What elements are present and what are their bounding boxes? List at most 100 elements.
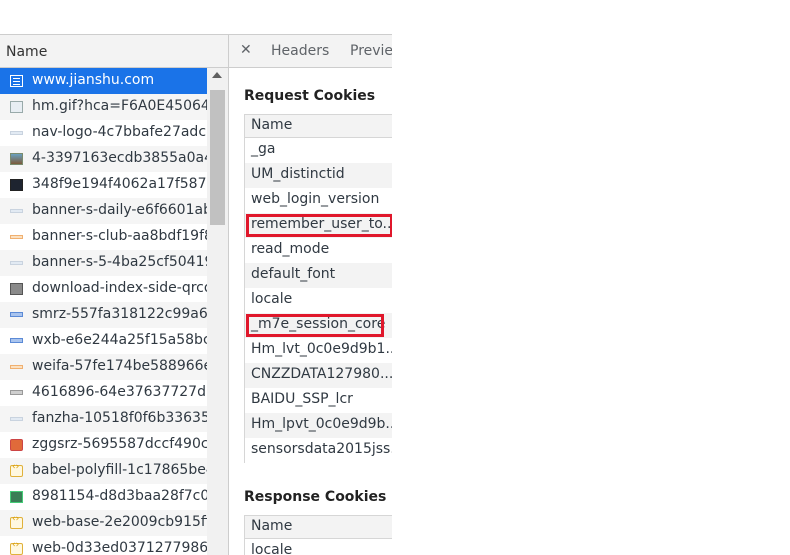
- request-name: zggsrz-5695587dccf490ca: [32, 436, 207, 452]
- banner-orange-icon: [10, 235, 23, 239]
- request-cookie-name: CNZZDATA127980...: [251, 366, 392, 382]
- request-cookie-row[interactable]: default_font: [245, 263, 392, 288]
- request-cookie-row[interactable]: _m7e_session_core: [245, 313, 392, 338]
- request-cookie-name: BAIDU_SSP_lcr: [251, 391, 353, 407]
- request-cookies-title: Request Cookies: [244, 88, 376, 104]
- request-row[interactable]: banner-s-5-4ba25cf50419: [0, 250, 207, 276]
- request-list: www.jianshu.com hm.gif?hca=F6A0E45064DE na…: [0, 68, 207, 555]
- request-cookies-table: Name _ga UM_distinctid web_login_versionre…: [244, 114, 392, 463]
- green-image-icon: [10, 491, 23, 503]
- request-name: 4-3397163ecdb3855a0a41: [32, 150, 207, 166]
- request-row[interactable]: 8981154-d8d3baa28f7c00: [0, 484, 207, 510]
- close-icon[interactable]: ✕: [240, 42, 252, 58]
- response-cookie-name-column-header[interactable]: Name: [245, 515, 392, 539]
- response-cookie-row[interactable]: locale: [245, 539, 392, 555]
- request-row[interactable]: web-base-2e2009cb915ff1: [0, 510, 207, 536]
- request-row[interactable]: fanzha-10518f0f6b336351: [0, 406, 207, 432]
- request-cookie-name: _ga: [251, 141, 276, 157]
- emblem-icon: [10, 439, 23, 451]
- document-icon: [10, 75, 23, 87]
- request-name: 348f9e194f4062a17f587e2: [32, 176, 207, 192]
- request-cookie-row[interactable]: read_mode: [245, 238, 392, 263]
- banner-blue-icon: [10, 312, 23, 317]
- request-row[interactable]: banner-s-club-aa8bdf19f8: [0, 224, 207, 250]
- cookie-name-column-header[interactable]: Name: [245, 114, 392, 138]
- details-tab-bar: ✕ Headers Preview: [229, 34, 392, 68]
- request-row[interactable]: babel-polyfill-1c17865be4: [0, 458, 207, 484]
- tab-headers[interactable]: Headers: [271, 43, 329, 59]
- banner-orange-icon: [10, 365, 23, 369]
- scroll-thumb[interactable]: [210, 90, 225, 225]
- request-name: wxb-e6e244a25f15a58bc9: [32, 332, 207, 348]
- request-row[interactable]: wxb-e6e244a25f15a58bc9: [0, 328, 207, 354]
- request-name: banner-s-5-4ba25cf50419: [32, 254, 207, 270]
- request-row[interactable]: 4-3397163ecdb3855a0a41: [0, 146, 207, 172]
- request-name: web-0d33ed0371277986c: [32, 540, 207, 555]
- request-name: 8981154-d8d3baa28f7c00: [32, 488, 207, 504]
- request-cookie-name: default_font: [251, 266, 336, 282]
- name-column-header[interactable]: Name: [0, 34, 228, 68]
- request-list-pane: Name www.jianshu.com hm.gif?hca=F6A0E4506…: [0, 34, 229, 555]
- script-icon: [10, 462, 23, 477]
- request-cookie-row[interactable]: web_login_version: [245, 188, 392, 213]
- dark-image-icon: [10, 179, 23, 191]
- cookie-name-column-label: Name: [251, 117, 293, 133]
- request-cookie-row[interactable]: UM_distinctid: [245, 163, 392, 188]
- script-icon: [10, 540, 23, 555]
- banner-blue-icon: [10, 338, 23, 343]
- request-cookie-row[interactable]: BAIDU_SSP_lcr: [245, 388, 392, 413]
- request-cookie-name: Hm_lpvt_0c0e9d9b...: [251, 416, 392, 432]
- banner-icon: [10, 417, 23, 421]
- request-name: banner-s-club-aa8bdf19f8: [32, 228, 207, 244]
- request-name: hm.gif?hca=F6A0E45064DE: [32, 98, 207, 114]
- request-row[interactable]: weifa-57fe174be588966e9: [0, 354, 207, 380]
- request-list-scrollbar[interactable]: [207, 68, 228, 555]
- banner-icon: [10, 209, 23, 213]
- tab-preview[interactable]: Preview: [350, 43, 392, 59]
- response-cookies-table: Name locale: [244, 515, 392, 555]
- devtools-network-panel: Name www.jianshu.com hm.gif?hca=F6A0E4506…: [0, 34, 392, 555]
- request-name: fanzha-10518f0f6b336351: [32, 410, 207, 426]
- request-row[interactable]: download-index-side-qrco: [0, 276, 207, 302]
- request-row[interactable]: zggsrz-5695587dccf490ca: [0, 432, 207, 458]
- request-cookie-name: web_login_version: [251, 191, 380, 207]
- request-name: nav-logo-4c7bbafe27adc8: [32, 124, 207, 140]
- response-cookie-name: locale: [251, 542, 293, 555]
- qrcode-icon: [10, 283, 23, 295]
- request-name: web-base-2e2009cb915ff1: [32, 514, 207, 530]
- name-column-label: Name: [6, 44, 48, 60]
- request-cookie-name: UM_distinctid: [251, 166, 345, 182]
- request-row[interactable]: smrz-557fa318122c99a665: [0, 302, 207, 328]
- script-icon: [10, 514, 23, 529]
- request-cookie-row[interactable]: CNZZDATA127980...: [245, 363, 392, 388]
- request-name: weifa-57fe174be588966e9: [32, 358, 207, 374]
- request-row[interactable]: web-0d33ed0371277986c: [0, 536, 207, 555]
- request-cookie-row[interactable]: sensorsdata2015jss...: [245, 438, 392, 463]
- request-row[interactable]: banner-s-daily-e6f6601ab: [0, 198, 207, 224]
- request-row[interactable]: 348f9e194f4062a17f587e2: [0, 172, 207, 198]
- highlight-box: [246, 314, 384, 337]
- request-name: smrz-557fa318122c99a665: [32, 306, 207, 322]
- request-cookie-row[interactable]: remember_user_to...: [245, 213, 392, 238]
- banner-icon: [10, 261, 23, 265]
- request-row[interactable]: 4616896-64e37637727d50: [0, 380, 207, 406]
- picture-icon: [10, 153, 23, 165]
- request-cookie-row[interactable]: _ga: [245, 138, 392, 163]
- scroll-up-arrow-icon[interactable]: [212, 72, 222, 78]
- request-details-pane: ✕ Headers Preview Request Cookies Name _…: [229, 34, 392, 555]
- banner-gray-icon: [10, 390, 23, 395]
- request-cookie-row[interactable]: Hm_lvt_0c0e9d9b1...: [245, 338, 392, 363]
- request-name: 4616896-64e37637727d50: [32, 384, 207, 400]
- request-cookie-row[interactable]: Hm_lpvt_0c0e9d9b...: [245, 413, 392, 438]
- request-name: banner-s-daily-e6f6601ab: [32, 202, 207, 218]
- request-cookie-row[interactable]: locale: [245, 288, 392, 313]
- request-cookie-name: locale: [251, 291, 293, 307]
- request-cookie-name: Hm_lvt_0c0e9d9b1...: [251, 341, 392, 357]
- request-row[interactable]: www.jianshu.com: [0, 68, 207, 94]
- response-cookie-name-column-label: Name: [251, 518, 293, 534]
- request-row[interactable]: hm.gif?hca=F6A0E45064DE: [0, 94, 207, 120]
- request-row[interactable]: nav-logo-4c7bbafe27adc8: [0, 120, 207, 146]
- request-name: download-index-side-qrco: [32, 280, 207, 296]
- request-name: babel-polyfill-1c17865be4: [32, 462, 207, 478]
- highlight-box: [246, 214, 392, 237]
